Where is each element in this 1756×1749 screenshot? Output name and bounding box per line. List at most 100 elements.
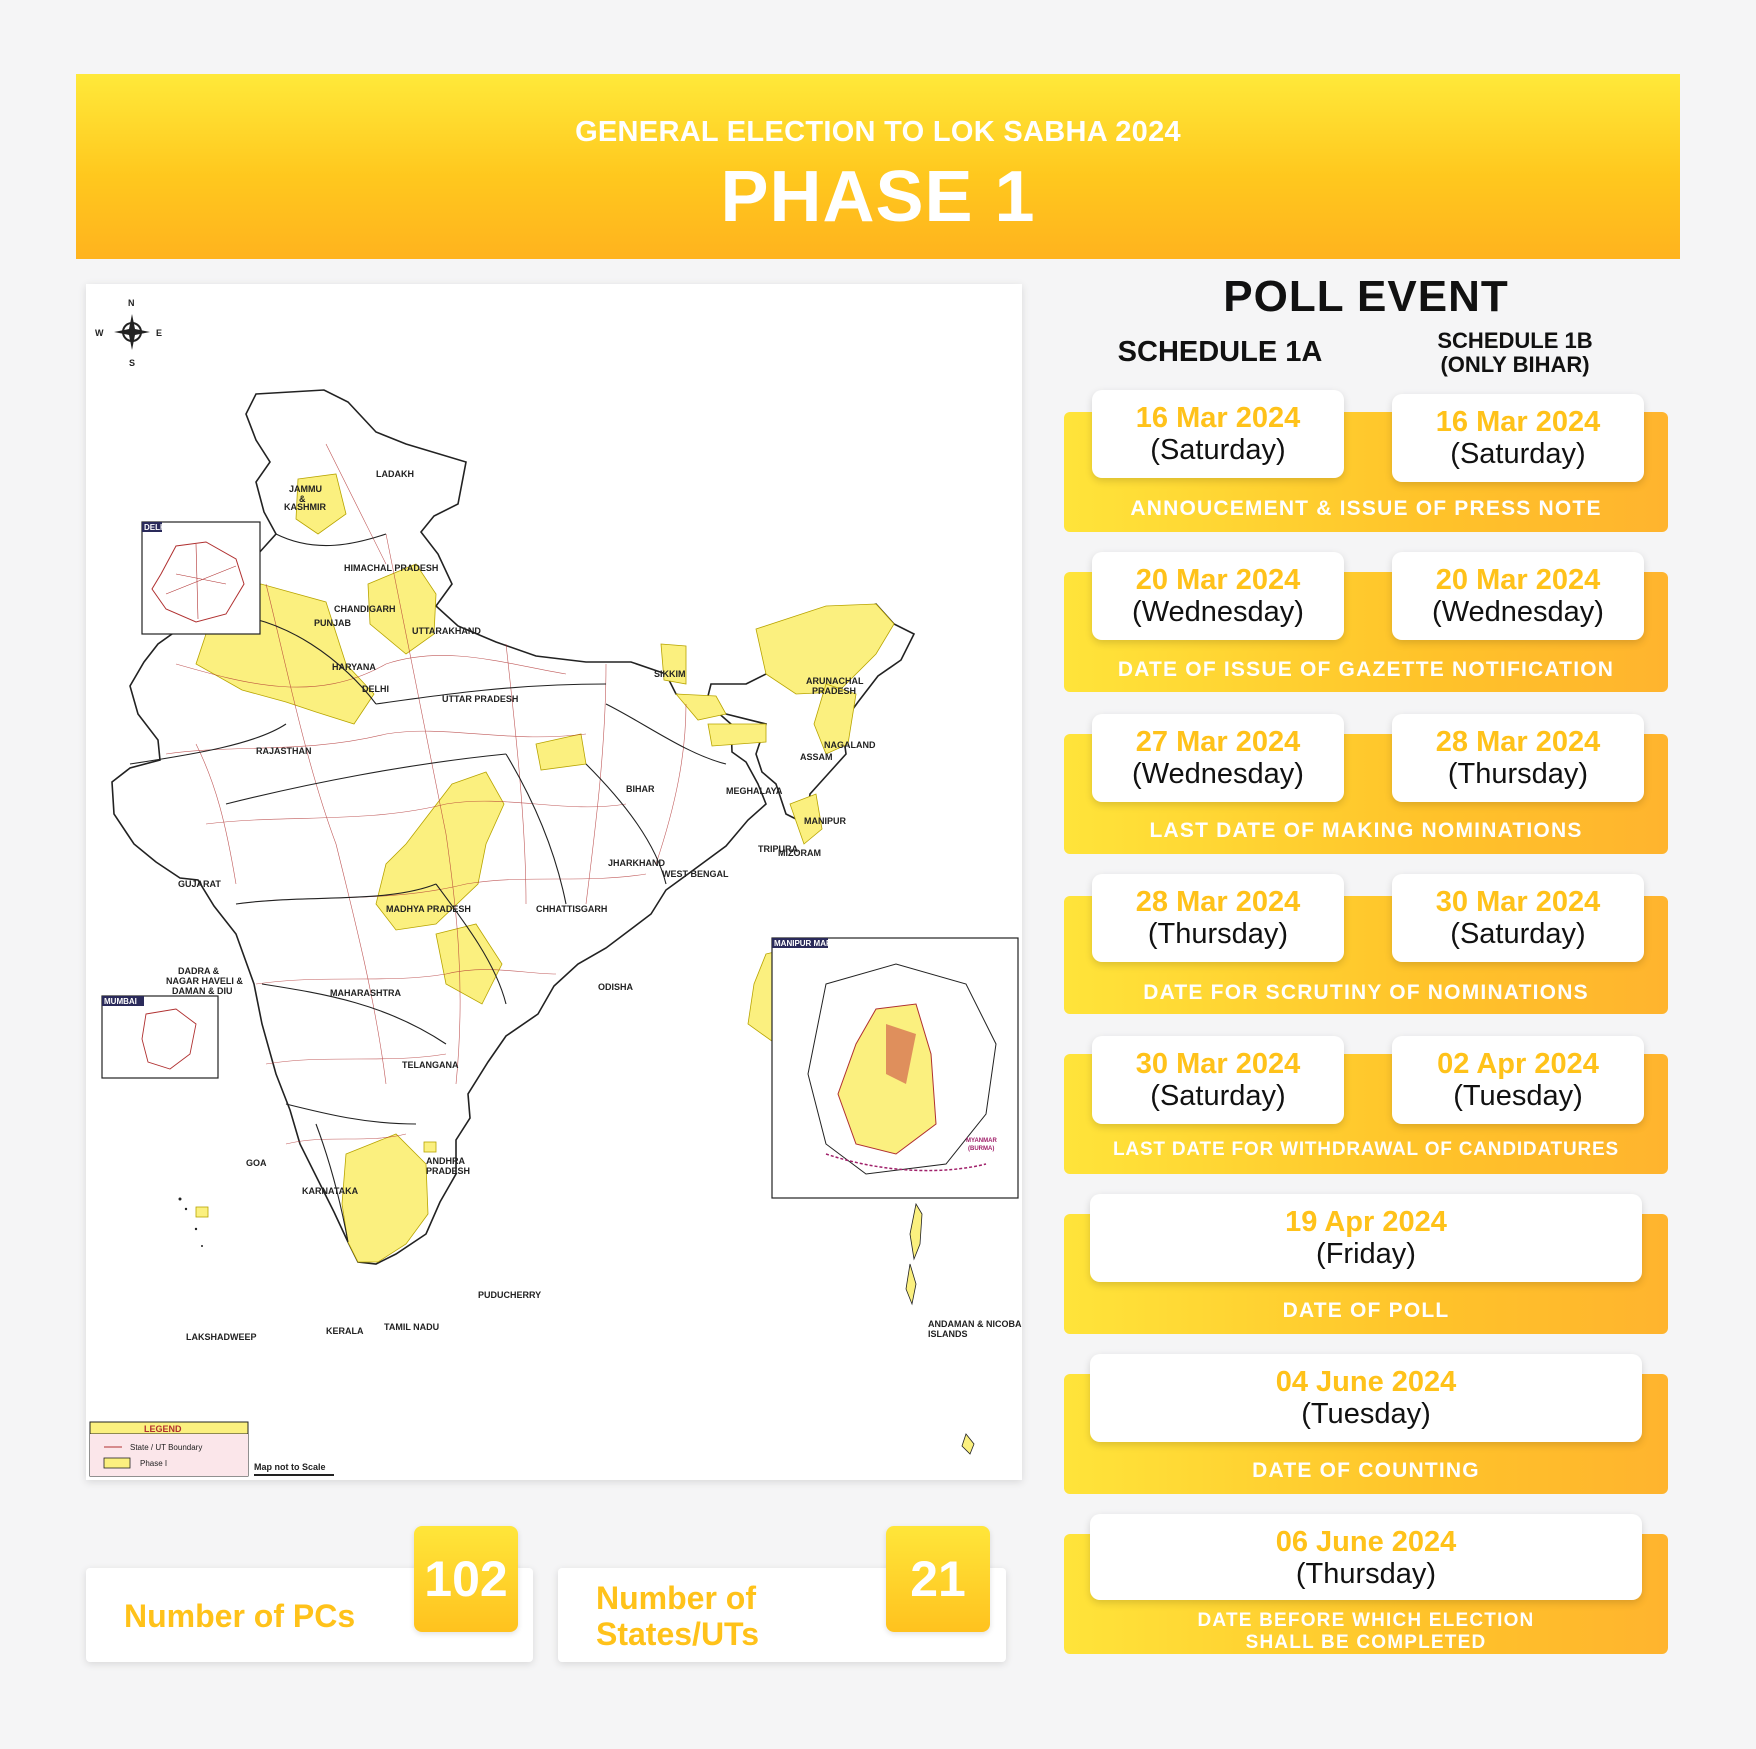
schedule-1b-line2: (ONLY BIHAR) bbox=[1440, 352, 1590, 377]
svg-text:MANIPUR: MANIPUR bbox=[804, 816, 846, 826]
svg-text:WEST BENGAL: WEST BENGAL bbox=[662, 869, 729, 879]
completion-date: 06 June 2024 (Thursday) bbox=[1090, 1514, 1642, 1600]
svg-text:DELHI: DELHI bbox=[144, 523, 168, 532]
compass-n: N bbox=[128, 298, 135, 308]
date-text: 06 June 2024 bbox=[1275, 1526, 1457, 1558]
svg-text:DAMAN & DIU: DAMAN & DIU bbox=[172, 986, 233, 996]
svg-text:MEGHALAYA: MEGHALAYA bbox=[726, 786, 783, 796]
schedule-1b-date: 20 Mar 2024 (Wednesday) bbox=[1392, 552, 1644, 640]
stat-value: 102 bbox=[414, 1526, 518, 1632]
day-text: (Friday) bbox=[1316, 1238, 1416, 1270]
mumbai-inset: MUMBAI bbox=[101, 995, 219, 1079]
date-text: 30 Mar 2024 bbox=[1135, 1048, 1301, 1080]
day-text: (Saturday) bbox=[1450, 918, 1586, 950]
svg-text:KARNATAKA: KARNATAKA bbox=[302, 1186, 359, 1196]
svg-text:RAJASTHAN: RAJASTHAN bbox=[256, 746, 312, 756]
event-caption-line2: SHALL BE COMPLETED bbox=[1245, 1632, 1487, 1653]
event-caption: DATE OF COUNTING bbox=[1252, 1459, 1480, 1482]
svg-text:KERALA: KERALA bbox=[326, 1326, 364, 1336]
event-caption: DATE FOR SCRUTINY OF NOMINATIONS bbox=[1143, 981, 1589, 1004]
svg-text:HIMACHAL PRADESH: HIMACHAL PRADESH bbox=[344, 563, 438, 573]
schedule-1b-line1: SCHEDULE 1B bbox=[1437, 328, 1593, 353]
day-text: (Thursday) bbox=[1447, 758, 1589, 790]
map-svg: N S E W DELHI MUMBAI MANIPUR MAP MYANMAR… bbox=[89, 298, 1022, 1477]
svg-text:ANDHRA: ANDHRA bbox=[426, 1156, 465, 1166]
event-caption: ANNOUCEMENT & ISSUE OF PRESS NOTE bbox=[1130, 497, 1602, 520]
compass-s: S bbox=[129, 358, 135, 368]
svg-text:PRADESH: PRADESH bbox=[812, 686, 856, 696]
svg-text:CHHATTISGARH: CHHATTISGARH bbox=[536, 904, 607, 914]
svg-text:JHARKHAND: JHARKHAND bbox=[608, 858, 666, 868]
svg-text:PUNJAB: PUNJAB bbox=[314, 618, 352, 628]
date-text: 20 Mar 2024 bbox=[1135, 564, 1301, 596]
date-text: 19 Apr 2024 bbox=[1285, 1206, 1447, 1238]
poll-event-title: POLL EVENT bbox=[1223, 272, 1509, 321]
svg-text:CHANDIGARH: CHANDIGARH bbox=[334, 604, 396, 614]
event-caption-line1: DATE BEFORE WHICH ELECTION bbox=[1197, 1610, 1535, 1631]
schedule-1a-date: 28 Mar 2024 (Thursday) bbox=[1092, 874, 1344, 962]
svg-text:ANDAMAN & NICOBAR: ANDAMAN & NICOBAR bbox=[928, 1319, 1022, 1329]
svg-text:Phase I: Phase I bbox=[140, 1459, 167, 1468]
schedule-1b-date: 28 Mar 2024 (Thursday) bbox=[1392, 714, 1644, 802]
manipur-inset: MANIPUR MAP MYANMAR (BURMA) bbox=[771, 937, 1019, 1199]
svg-text:BIHAR: BIHAR bbox=[626, 784, 655, 794]
svg-text:MIZORAM: MIZORAM bbox=[778, 848, 821, 858]
svg-text:KASHMIR: KASHMIR bbox=[284, 502, 326, 512]
stat-value: 21 bbox=[886, 1526, 990, 1632]
schedule-1b-date: 16 Mar 2024 (Saturday) bbox=[1392, 394, 1644, 482]
header-title: PHASE 1 bbox=[720, 157, 1036, 237]
svg-text:DELHI: DELHI bbox=[362, 684, 389, 694]
svg-text:MADHYA PRADESH: MADHYA PRADESH bbox=[386, 904, 471, 914]
compass-icon: N S E W bbox=[95, 298, 162, 368]
svg-text:GUJARAT: GUJARAT bbox=[178, 879, 221, 889]
svg-text:DADRA &: DADRA & bbox=[178, 966, 220, 976]
schedule-1b-date: 30 Mar 2024 (Saturday) bbox=[1392, 874, 1644, 962]
schedule-1a-date: 27 Mar 2024 (Wednesday) bbox=[1092, 714, 1344, 802]
date-text: 16 Mar 2024 bbox=[1135, 402, 1301, 434]
svg-text:State / UT Boundary: State / UT Boundary bbox=[130, 1443, 202, 1452]
svg-text:ARUNACHAL: ARUNACHAL bbox=[806, 676, 864, 686]
stat-number-of-pcs: Number of PCs 102 bbox=[86, 1526, 533, 1662]
date-text: 04 June 2024 bbox=[1275, 1366, 1457, 1398]
svg-text:PUDUCHERRY: PUDUCHERRY bbox=[478, 1290, 541, 1300]
date-text: 16 Mar 2024 bbox=[1435, 406, 1601, 438]
day-text: (Saturday) bbox=[1150, 1080, 1286, 1112]
svg-text:GOA: GOA bbox=[246, 1158, 267, 1168]
svg-text:NAGALAND: NAGALAND bbox=[824, 740, 876, 750]
day-text: (Wednesday) bbox=[1132, 596, 1304, 628]
svg-text:LEGEND: LEGEND bbox=[144, 1424, 182, 1434]
date-text: 30 Mar 2024 bbox=[1435, 886, 1601, 918]
schedule-1a-date: 20 Mar 2024 (Wednesday) bbox=[1092, 552, 1344, 640]
svg-text:LADAKH: LADAKH bbox=[376, 469, 414, 479]
schedule-1b-header: SCHEDULE 1B (ONLY BIHAR) bbox=[1390, 329, 1640, 377]
stat-label: Number of PCs bbox=[124, 1598, 356, 1634]
date-text: 20 Mar 2024 bbox=[1435, 564, 1601, 596]
day-text: (Thursday) bbox=[1295, 1558, 1437, 1590]
svg-text:ISLANDS: ISLANDS bbox=[928, 1329, 968, 1339]
svg-text:NAGAR HAVELI &: NAGAR HAVELI & bbox=[166, 976, 243, 986]
svg-text:TELANGANA: TELANGANA bbox=[402, 1060, 459, 1070]
day-text: (Tuesday) bbox=[1301, 1398, 1431, 1430]
svg-text:LAKSHADWEEP: LAKSHADWEEP bbox=[186, 1332, 257, 1342]
day-text: (Wednesday) bbox=[1432, 596, 1604, 628]
map-scale-note: Map not to Scale bbox=[254, 1462, 326, 1472]
svg-text:(BURMA): (BURMA) bbox=[968, 1146, 994, 1152]
schedule-1a-date: 30 Mar 2024 (Saturday) bbox=[1092, 1036, 1344, 1124]
india-map: N S E W DELHI MUMBAI MANIPUR MAP MYANMAR… bbox=[86, 284, 1022, 1480]
compass-w: W bbox=[95, 328, 104, 338]
event-caption: LAST DATE OF MAKING NOMINATIONS bbox=[1149, 819, 1583, 842]
date-text: 28 Mar 2024 bbox=[1435, 726, 1601, 758]
day-text: (Saturday) bbox=[1450, 438, 1586, 470]
schedule-1a-date: 16 Mar 2024 (Saturday) bbox=[1092, 390, 1344, 478]
svg-text:MAHARASHTRA: MAHARASHTRA bbox=[330, 988, 401, 998]
stat-number-of-states: Number of States/UTs 21 bbox=[558, 1526, 1006, 1662]
lakshadweep-islands bbox=[178, 1197, 203, 1247]
day-text: (Wednesday) bbox=[1132, 758, 1304, 790]
day-text: (Saturday) bbox=[1150, 434, 1286, 466]
svg-text:PRADESH: PRADESH bbox=[426, 1166, 470, 1176]
schedule-1a-header: SCHEDULE 1A bbox=[1117, 336, 1323, 368]
svg-text:MUMBAI: MUMBAI bbox=[104, 997, 137, 1006]
stat-label: Number of States/UTs bbox=[596, 1580, 760, 1652]
svg-text:ASSAM: ASSAM bbox=[800, 752, 833, 762]
header-subtitle: GENERAL ELECTION TO LOK SABHA 2024 bbox=[575, 116, 1181, 148]
